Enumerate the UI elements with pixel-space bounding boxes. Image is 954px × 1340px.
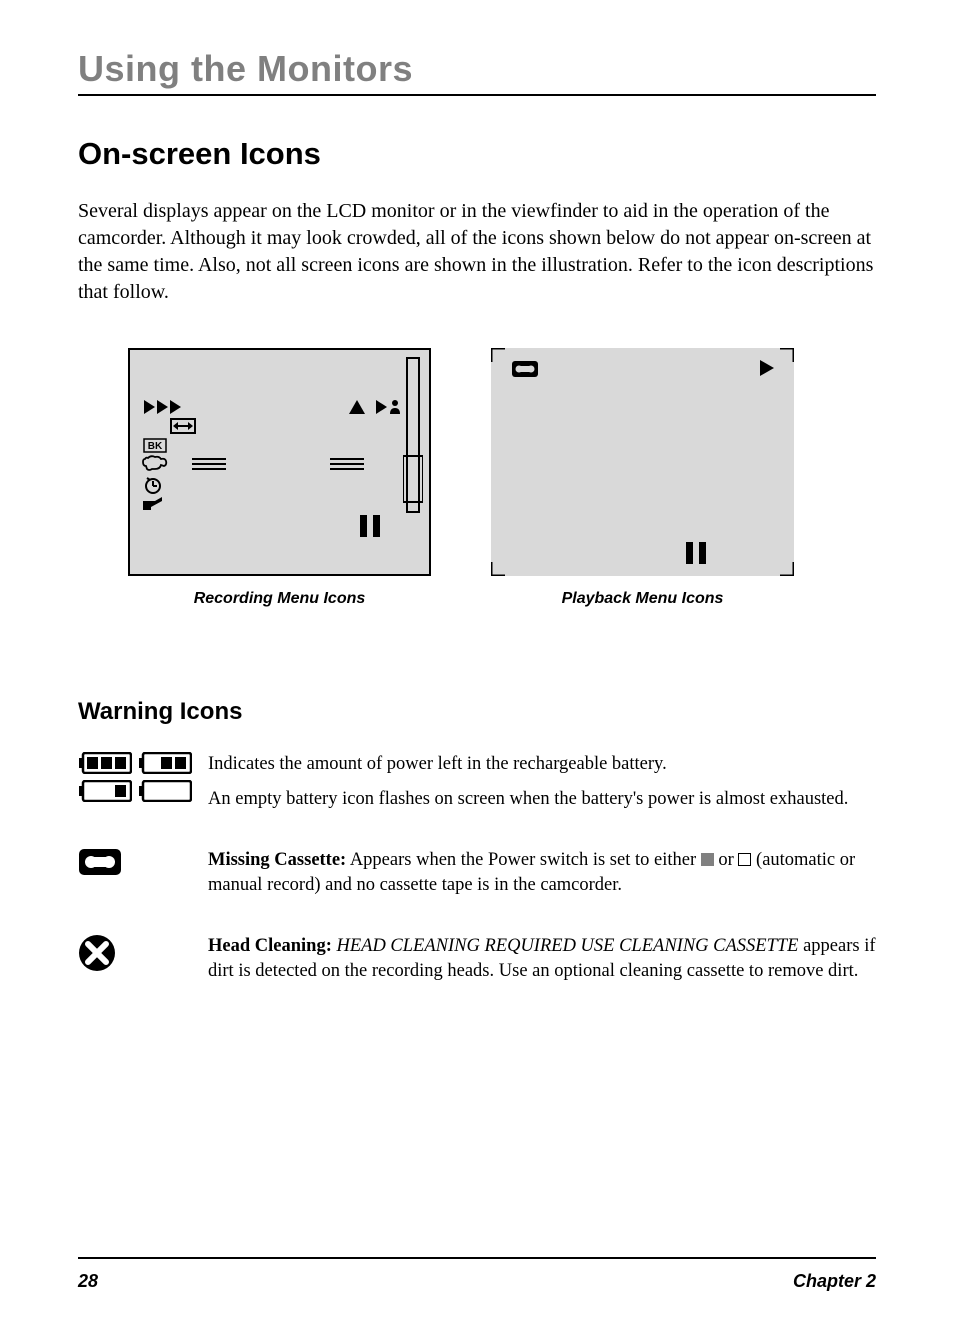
- error-x-icon: [78, 934, 116, 972]
- head-italic: HEAD CLEANING REQUIRED USE CLEANING CASS…: [332, 936, 799, 956]
- gray-square-icon: [701, 853, 714, 866]
- battery-one-third-icon: [78, 780, 132, 802]
- outline-square-icon: [738, 853, 751, 866]
- pause-icon: [360, 515, 380, 537]
- recording-screen: BK: [128, 348, 431, 576]
- zoom-bar-icon: [403, 356, 423, 516]
- head-text: Head Cleaning: HEAD CLEANING REQUIRED US…: [208, 934, 876, 984]
- double-arrow-box-icon: [170, 418, 196, 434]
- caption-row: Recording Menu Icons Playback Menu Icons: [128, 590, 876, 608]
- cassette-label: Missing Cassette:: [208, 850, 346, 870]
- head-icon-wrap: [78, 934, 208, 977]
- page-number: 28: [78, 1271, 98, 1292]
- play-icon: [760, 360, 774, 376]
- intro-paragraph: Several displays appear on the LCD monit…: [78, 198, 876, 306]
- screens-row: BK: [128, 348, 876, 576]
- footer: 28 Chapter 2: [78, 1257, 876, 1292]
- hand-icon: [142, 455, 168, 472]
- playback-screen: [491, 348, 794, 576]
- cassette-icon: [78, 848, 122, 876]
- corner-tr-icon: [780, 348, 794, 362]
- cassette-warning-row: Missing Cassette: Appears when the Power…: [78, 848, 876, 898]
- battery-empty-icon: [138, 780, 192, 802]
- timer-icon: [144, 476, 162, 494]
- marker-icon: [143, 497, 163, 511]
- chapter-title: Using the Monitors: [78, 48, 876, 90]
- head-label: Head Cleaning:: [208, 936, 332, 956]
- chapter-label: Chapter 2: [793, 1271, 876, 1292]
- head-warning-row: Head Cleaning: HEAD CLEANING REQUIRED US…: [78, 934, 876, 984]
- cassette-icon-wrap: [78, 848, 208, 881]
- play-person-icon: [376, 400, 402, 414]
- battery-line2: An empty battery icon flashes on screen …: [208, 787, 876, 812]
- cassette-text: Missing Cassette: Appears when the Power…: [208, 848, 876, 898]
- cassette-text2: or: [714, 850, 739, 870]
- battery-warning-row: Indicates the amount of power left in th…: [78, 752, 876, 812]
- svg-text:BK: BK: [148, 441, 163, 452]
- triple-play-icon: [144, 400, 184, 414]
- lines-left-icon: [192, 458, 226, 470]
- triangle-up-icon: [349, 400, 365, 414]
- section-title: On-screen Icons: [78, 136, 876, 172]
- battery-text: Indicates the amount of power left in th…: [208, 752, 876, 812]
- pause-icon: [686, 542, 706, 564]
- corner-tl-icon: [491, 348, 505, 362]
- battery-line1: Indicates the amount of power left in th…: [208, 752, 876, 777]
- corner-bl-icon: [491, 562, 505, 576]
- battery-two-thirds-icon: [138, 752, 192, 774]
- lines-right-icon: [330, 458, 364, 470]
- battery-icons: [78, 752, 208, 802]
- warning-icons-title: Warning Icons: [78, 698, 876, 726]
- recording-caption: Recording Menu Icons: [128, 590, 431, 608]
- bk-box-icon: BK: [143, 438, 167, 453]
- divider: [78, 94, 876, 96]
- cassette-small-icon: [511, 360, 539, 378]
- battery-full-icon: [78, 752, 132, 774]
- footer-divider: [78, 1257, 876, 1259]
- corner-br-icon: [780, 562, 794, 576]
- playback-caption: Playback Menu Icons: [491, 590, 794, 608]
- cassette-text1: Appears when the Power switch is set to …: [346, 850, 701, 870]
